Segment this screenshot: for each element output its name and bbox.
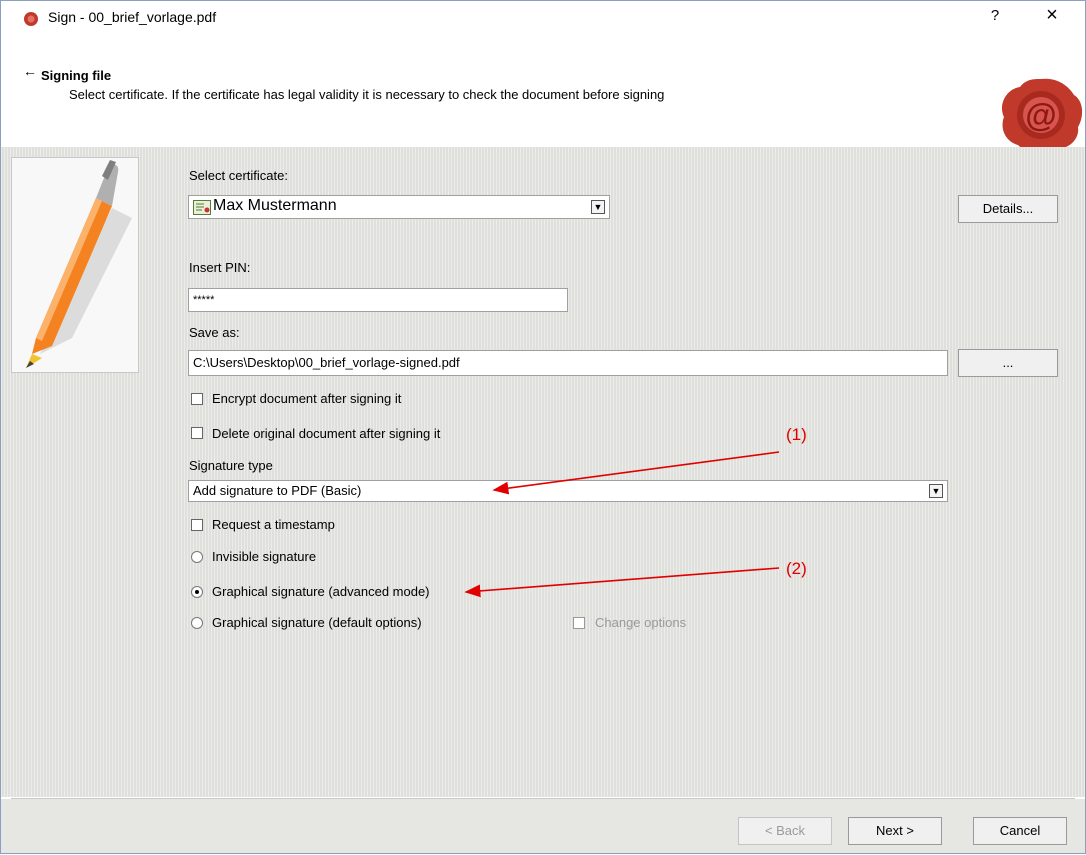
pin-value: ***** — [193, 294, 215, 306]
timestamp-checkbox[interactable] — [191, 519, 203, 531]
cancel-button[interactable]: Cancel — [973, 817, 1067, 845]
annotation-label-1: (1) — [786, 425, 807, 444]
annotation-label-2: (2) — [786, 559, 807, 578]
encrypt-checkbox[interactable] — [191, 393, 203, 405]
signature-type-value: Add signature to PDF (Basic) — [193, 483, 362, 498]
graphical-default-label: Graphical signature (default options) — [212, 615, 422, 630]
signature-type-label: Signature type — [189, 458, 273, 473]
wax-seal-icon — [24, 12, 38, 26]
certificate-label: Select certificate: — [189, 168, 288, 183]
next-button[interactable]: Next > — [848, 817, 942, 845]
graphical-advanced-label: Graphical signature (advanced mode) — [212, 584, 430, 599]
close-button[interactable]: × — [1039, 4, 1065, 27]
title-bar: Sign - 00_brief_vorlage.pdf ? × — [1, 1, 1085, 35]
window-title: Sign - 00_brief_vorlage.pdf — [48, 9, 217, 25]
radio-invisible-signature[interactable] — [191, 551, 203, 563]
page-description: Select certificate. If the certificate h… — [69, 87, 665, 102]
encrypt-label: Encrypt document after signing it — [212, 391, 402, 406]
wax-seal-at-icon: @ — [1001, 78, 1083, 153]
details-button[interactable]: Details... — [958, 195, 1058, 223]
pin-input[interactable]: ***** — [188, 288, 568, 312]
radio-graphical-advanced[interactable] — [191, 586, 203, 598]
timestamp-label: Request a timestamp — [212, 517, 335, 532]
back-arrow-icon[interactable]: ← — [23, 63, 37, 79]
certificate-select[interactable]: Max Mustermann ▼ — [188, 195, 610, 219]
chevron-down-icon[interactable]: ▼ — [591, 200, 605, 214]
certificate-value: Max Mustermann — [213, 197, 337, 214]
signature-type-select[interactable]: Add signature to PDF (Basic) ▼ — [188, 480, 948, 502]
pen-icon — [26, 160, 132, 368]
page-title: Signing file — [41, 68, 112, 83]
wizard-footer: < Back Next > Cancel — [1, 799, 1085, 853]
content-area: Select certificate: Max Mustermann ▼ Det… — [1, 147, 1085, 797]
invisible-signature-label: Invisible signature — [212, 549, 317, 564]
browse-button[interactable]: ... — [958, 349, 1058, 377]
delete-original-label: Delete original document after signing i… — [212, 426, 441, 441]
save-as-value: C:\Users\Desktop\00_brief_vorlage-signed… — [193, 355, 460, 370]
help-button[interactable]: ? — [985, 7, 1005, 24]
change-options-checkbox[interactable] — [573, 617, 585, 629]
radio-selected-dot — [195, 590, 199, 594]
save-as-input[interactable]: C:\Users\Desktop\00_brief_vorlage-signed… — [188, 350, 948, 376]
delete-original-checkbox[interactable] — [191, 427, 203, 439]
sign-dialog: Sign - 00_brief_vorlage.pdf ? × ← Signin… — [0, 0, 1086, 854]
pen-image-panel — [11, 157, 139, 373]
wizard-header: ← Signing file Select certificate. If th… — [1, 35, 1085, 153]
back-button[interactable]: < Back — [738, 817, 832, 845]
svg-text:@: @ — [1025, 97, 1056, 133]
change-options-label: Change options — [595, 615, 687, 630]
chevron-down-icon[interactable]: ▼ — [929, 484, 943, 498]
certificate-icon — [193, 200, 211, 215]
radio-graphical-default[interactable] — [191, 617, 203, 629]
save-as-label: Save as: — [189, 325, 240, 340]
pin-label: Insert PIN: — [189, 260, 251, 275]
